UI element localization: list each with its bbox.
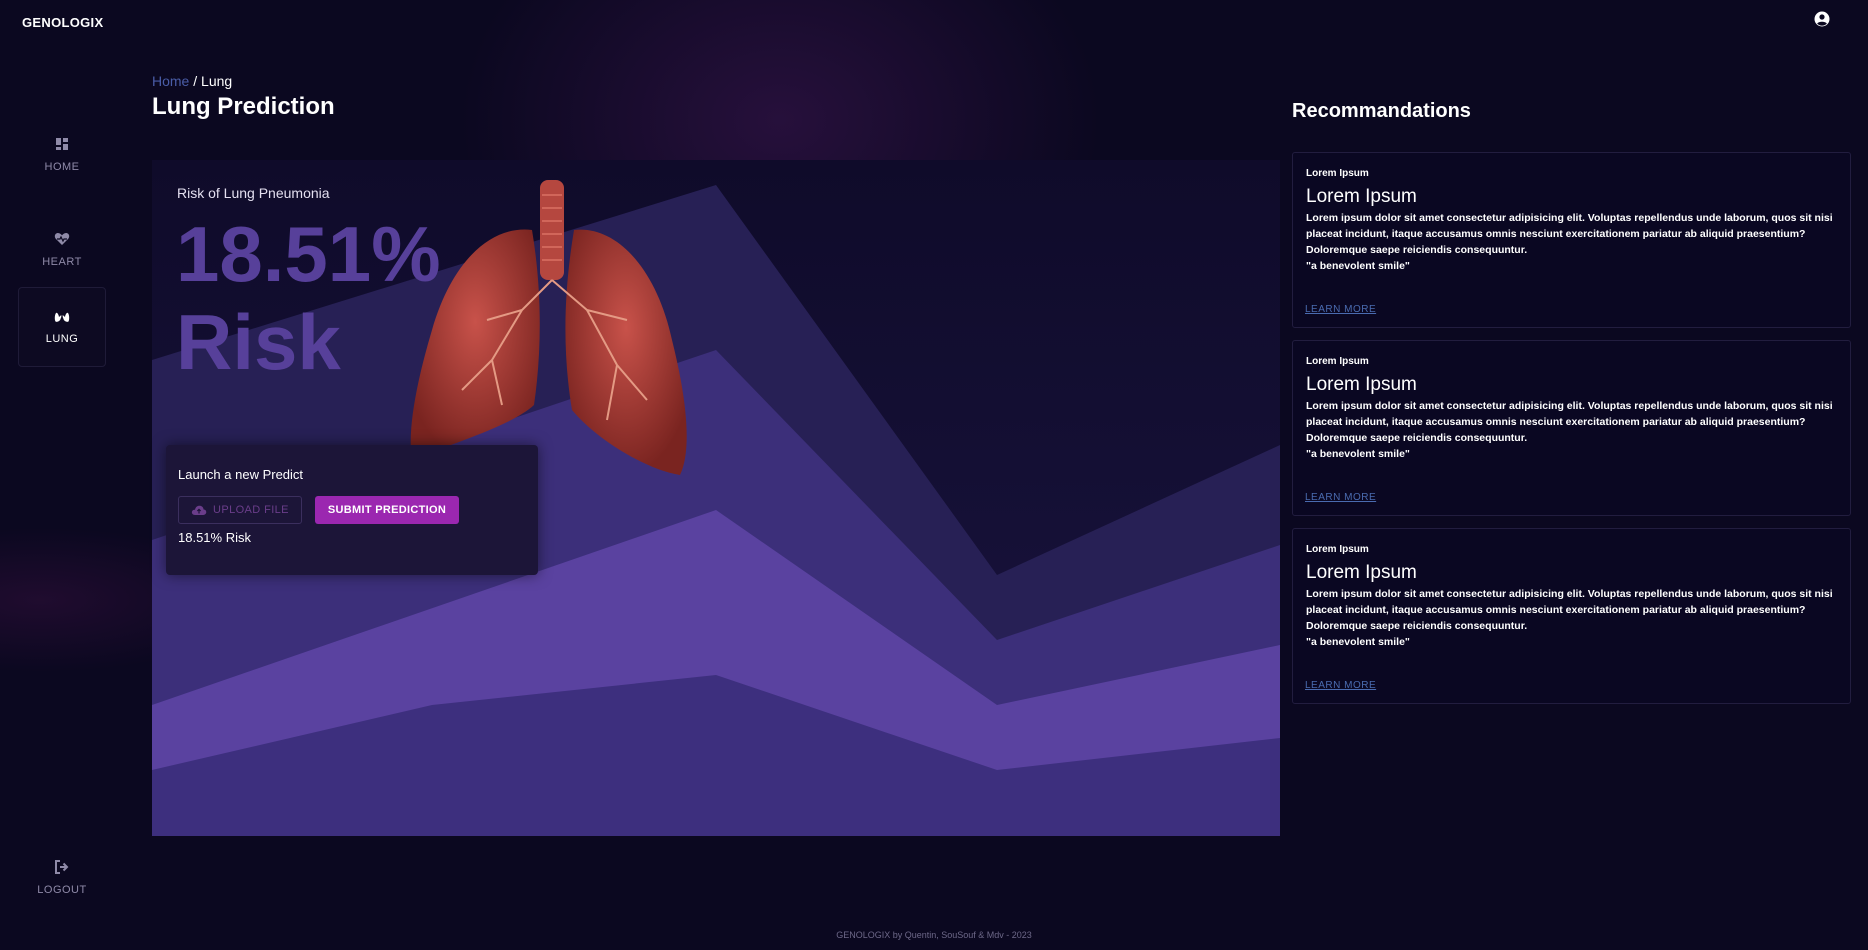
logout-icon	[55, 860, 69, 874]
risk-word: Risk	[176, 298, 341, 386]
breadcrumb: Home / Lung	[152, 73, 232, 89]
lungs-icon	[54, 310, 70, 322]
sidebar-item-lung[interactable]: LUNG	[18, 287, 106, 367]
breadcrumb-current: Lung	[201, 73, 233, 89]
upload-file-button[interactable]: UPLOAD FILE	[178, 496, 302, 524]
hero-panel: Risk of Lung Pneumonia 18.51% Risk Launc…	[152, 160, 1280, 836]
brand-logo[interactable]: GENOLOGIX	[22, 15, 103, 30]
sidebar-item-home[interactable]: HOME	[18, 115, 106, 195]
recommendation-quote: "a benevolent smile"	[1306, 260, 1410, 272]
breadcrumb-home-link[interactable]: Home	[152, 73, 189, 89]
learn-more-link[interactable]: LEARN MORE	[1305, 492, 1376, 503]
predict-title: Launch a new Predict	[178, 467, 304, 482]
recommendations-title: Recommandations	[1292, 100, 1471, 122]
breadcrumb-separator: /	[189, 73, 202, 89]
recommendation-kicker: Lorem Ipsum	[1306, 356, 1369, 367]
sidebar-item-heart[interactable]: HEART	[18, 210, 106, 290]
sidebar-item-label: HEART	[42, 256, 82, 268]
account-icon[interactable]	[1814, 11, 1830, 27]
sidebar-item-label: HOME	[44, 161, 80, 173]
heart-pulse-icon	[54, 232, 70, 245]
recommendation-card: Lorem Ipsum Lorem Ipsum Lorem ipsum dolo…	[1292, 152, 1851, 328]
submit-prediction-button[interactable]: SUBMIT PREDICTION	[314, 496, 460, 524]
sidebar-item-label: LUNG	[45, 333, 79, 345]
logout-button[interactable]: LOGOUT	[18, 860, 106, 940]
recommendation-body: Lorem ipsum dolor sit amet consectetur a…	[1306, 400, 1833, 444]
recommendation-heading: Lorem Ipsum	[1306, 562, 1417, 583]
recommendation-quote: "a benevolent smile"	[1306, 636, 1410, 648]
recommendation-kicker: Lorem Ipsum	[1306, 168, 1369, 179]
recommendation-body: Lorem ipsum dolor sit amet consectetur a…	[1306, 212, 1833, 256]
recommendation-heading: Lorem Ipsum	[1306, 186, 1417, 207]
recommendation-card: Lorem Ipsum Lorem Ipsum Lorem ipsum dolo…	[1292, 528, 1851, 704]
risk-label: Risk of Lung Pneumonia	[177, 185, 330, 201]
recommendation-heading: Lorem Ipsum	[1306, 374, 1417, 395]
upload-file-label: UPLOAD FILE	[213, 504, 289, 516]
learn-more-link[interactable]: LEARN MORE	[1305, 680, 1376, 691]
page-title: Lung Prediction	[152, 93, 335, 120]
predict-card: Launch a new Predict UPLOAD FILE SUBMIT …	[166, 445, 538, 575]
recommendation-card: Lorem Ipsum Lorem Ipsum Lorem ipsum dolo…	[1292, 340, 1851, 516]
prediction-result: 18.51% Risk	[178, 530, 251, 545]
dashboard-icon	[56, 138, 68, 150]
recommendation-body: Lorem ipsum dolor sit amet consectetur a…	[1306, 588, 1833, 632]
learn-more-link[interactable]: LEARN MORE	[1305, 304, 1376, 315]
footer-credits: GENOLOGIX by Quentin, SouSouf & Mdv - 20…	[836, 930, 1032, 940]
logout-label: LOGOUT	[37, 884, 87, 896]
recommendation-quote: "a benevolent smile"	[1306, 448, 1410, 460]
cloud-upload-icon	[191, 505, 207, 515]
recommendation-kicker: Lorem Ipsum	[1306, 544, 1369, 555]
predict-actions: UPLOAD FILE SUBMIT PREDICTION	[178, 496, 526, 524]
